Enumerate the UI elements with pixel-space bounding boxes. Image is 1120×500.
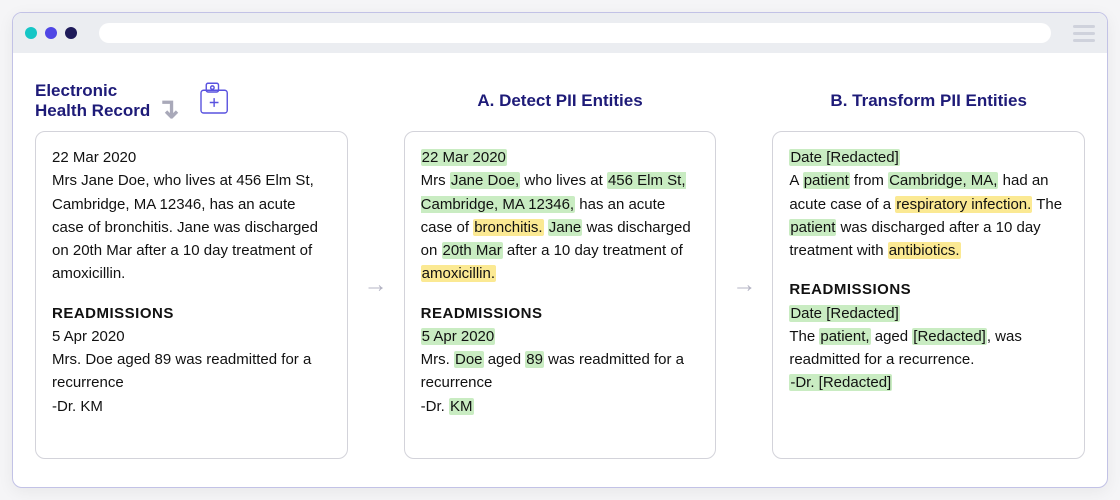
transform-date-1: Date [Redacted] xyxy=(789,146,1068,169)
content-stage: Electronic Health Record ↴ 22 Mar 2020 M… xyxy=(13,53,1107,481)
url-bar[interactable] xyxy=(99,23,1051,43)
entity-date: 20th Mar xyxy=(442,242,503,259)
dot-1 xyxy=(25,27,37,39)
transform-body-1: A patient from Cambridge, MA, had an acu… xyxy=(789,169,1068,262)
transform-body-2: The patient, aged [Redacted], was readmi… xyxy=(789,325,1068,372)
ehr-title: Electronic Health Record xyxy=(35,81,150,122)
col-detect: A. Detect PII Entities 22 Mar 2020 Mrs J… xyxy=(404,71,717,459)
entity-patient: patient xyxy=(803,172,850,189)
ehr-readmissions-label: READMISSIONS xyxy=(52,302,331,325)
ehr-card: 22 Mar 2020 Mrs Jane Doe, who lives at 4… xyxy=(35,131,348,459)
transform-title: B. Transform PII Entities xyxy=(830,91,1027,111)
detect-readmissions-label: READMISSIONS xyxy=(421,302,700,325)
entity-condition: bronchitis. xyxy=(473,219,543,236)
entity-name: Jane Doe, xyxy=(450,172,520,189)
transform-card: Date [Redacted] A patient from Cambridge… xyxy=(772,131,1085,459)
entity-condition: respiratory infection. xyxy=(895,196,1032,213)
ehr-date-1: 22 Mar 2020 xyxy=(52,146,331,169)
transform-header: B. Transform PII Entities xyxy=(772,71,1085,131)
transform-readmissions-label: READMISSIONS xyxy=(789,278,1068,301)
medical-folder-icon xyxy=(194,78,236,125)
entity-name: Jane xyxy=(548,219,583,236)
entity-patient: patient, xyxy=(819,328,870,345)
entity-drug: amoxicillin. xyxy=(421,265,496,282)
entity-drug: antibiotics. xyxy=(888,242,961,259)
browser-window: Electronic Health Record ↴ 22 Mar 2020 M… xyxy=(12,12,1108,488)
titlebar xyxy=(13,13,1107,53)
transform-date-2: Date [Redacted] xyxy=(789,302,1068,325)
detect-body-1: Mrs Jane Doe, who lives at 456 Elm St, C… xyxy=(421,169,700,285)
detect-title: A. Detect PII Entities xyxy=(477,91,642,111)
transform-sign: -Dr. [Redacted] xyxy=(789,371,1068,394)
col-ehr: Electronic Health Record ↴ 22 Mar 2020 M… xyxy=(35,71,348,459)
ehr-sign: -Dr. KM xyxy=(52,395,331,418)
dot-2 xyxy=(45,27,57,39)
detect-sign: -Dr. KM xyxy=(421,395,700,418)
entity-age-redacted: [Redacted] xyxy=(912,328,987,345)
entity-age: 89 xyxy=(525,351,544,368)
ehr-header: Electronic Health Record ↴ xyxy=(35,71,348,131)
arrow-down-icon: ↴ xyxy=(156,95,179,123)
detect-body-2: Mrs. Doe aged 89 was readmitted for a re… xyxy=(421,348,700,395)
entity-name: Doe xyxy=(454,351,484,368)
flow-arrow-2-icon: → xyxy=(724,271,764,299)
col-transform: B. Transform PII Entities Date [Redacted… xyxy=(772,71,1085,459)
detect-card: 22 Mar 2020 Mrs Jane Doe, who lives at 4… xyxy=(404,131,717,459)
entity-doctor: KM xyxy=(449,398,474,415)
window-dots xyxy=(25,27,77,39)
ehr-body-1: Mrs Jane Doe, who lives at 456 Elm St, C… xyxy=(52,169,331,285)
ehr-date-2: 5 Apr 2020 xyxy=(52,325,331,348)
hamburger-icon[interactable] xyxy=(1073,25,1095,42)
dot-3 xyxy=(65,27,77,39)
flow-arrow-1-icon: → xyxy=(356,271,396,299)
entity-location: Cambridge, MA, xyxy=(888,172,998,189)
detect-date-2: 5 Apr 2020 xyxy=(421,325,700,348)
detect-date-1: 22 Mar 2020 xyxy=(421,146,700,169)
entity-patient: patient xyxy=(789,219,836,236)
detect-header: A. Detect PII Entities xyxy=(404,71,717,131)
ehr-body-2: Mrs. Doe aged 89 was readmitted for a re… xyxy=(52,348,331,395)
